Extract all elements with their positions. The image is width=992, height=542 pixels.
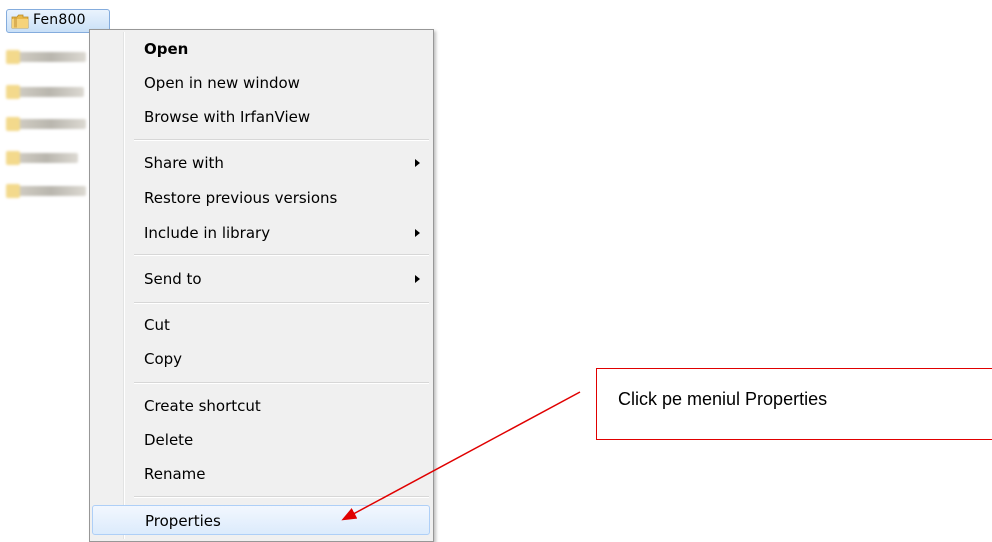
annotation-arrow-line (341, 391, 581, 521)
annotation-arrow (341, 391, 581, 521)
